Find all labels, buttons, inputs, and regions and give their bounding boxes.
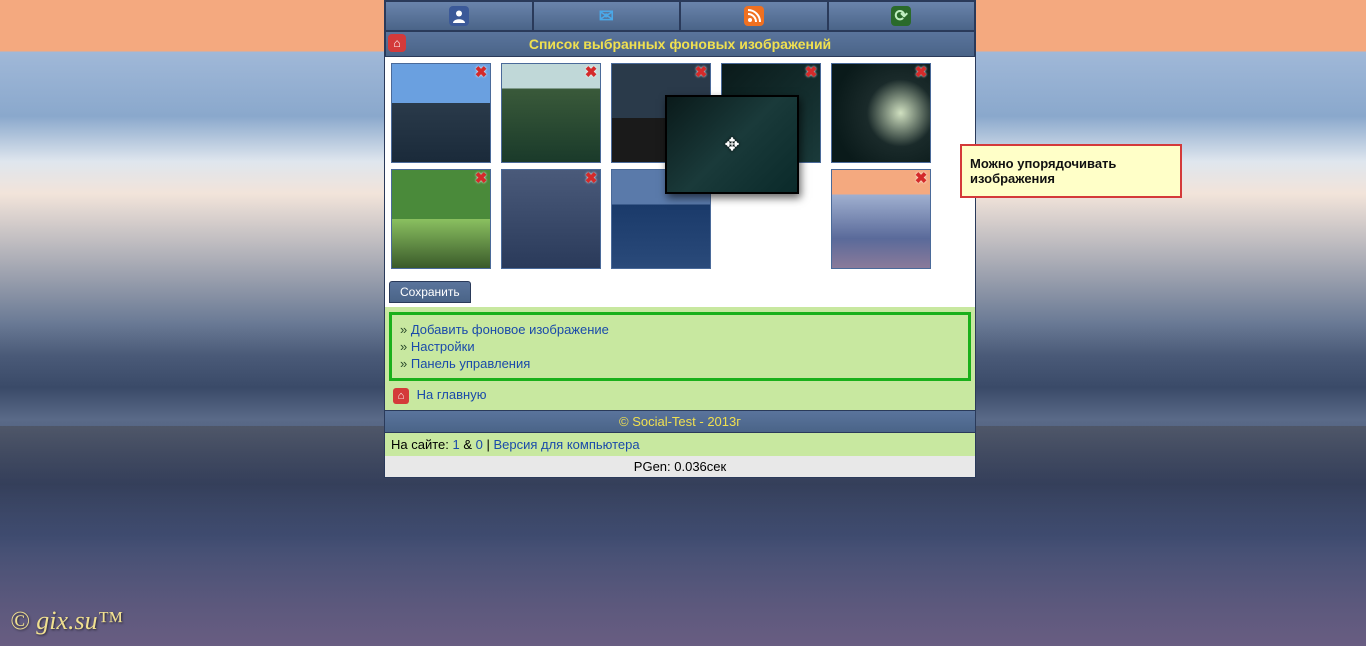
arrow-icon: » — [400, 356, 407, 371]
delete-icon[interactable]: ✖ — [694, 66, 708, 80]
delete-icon[interactable]: ✖ — [584, 66, 598, 80]
thumb-city-skyline[interactable]: ✖ — [391, 63, 491, 163]
home-button[interactable]: ⌂ — [388, 34, 406, 52]
arrow-icon: » — [400, 322, 407, 337]
online-count-2: 0 — [476, 437, 483, 452]
nav-reload[interactable]: ⟳ — [828, 1, 976, 31]
move-cursor-icon: ✥ — [724, 134, 739, 155]
status-sep: | — [483, 437, 494, 452]
link-line: » Добавить фоновое изображение — [400, 321, 960, 338]
thumb-pine-forest[interactable]: ✖ — [501, 63, 601, 163]
rss-icon — [744, 6, 764, 26]
thumbnails-area: ✖ ✖ ✖ ✖ ✖ ✖ — [385, 57, 975, 281]
delete-icon[interactable]: ✖ — [914, 66, 928, 80]
highlighted-links-box: » Добавить фоновое изображение » Настрой… — [389, 312, 971, 381]
delete-icon[interactable]: ✖ — [474, 172, 488, 186]
watermark: © gix.su™ — [10, 606, 123, 636]
tooltip-callout: Можно упорядочивать изображения — [960, 144, 1182, 198]
nav-profile[interactable] — [385, 1, 533, 31]
thumb-mountain-river[interactable]: ✖ — [831, 169, 931, 269]
save-bar: Сохранить — [385, 281, 975, 307]
top-nav: ✉ ⟳ — [385, 1, 975, 31]
main-panel: ✉ ⟳ ⌂ Список выбранных фоновых изображен… — [384, 0, 976, 478]
add-background-link[interactable]: Добавить фоновое изображение — [411, 322, 609, 337]
online-count-1: 1 — [452, 437, 459, 452]
reload-icon: ⟳ — [891, 6, 911, 26]
delete-icon[interactable]: ✖ — [914, 172, 928, 186]
status-prefix: На сайте: — [391, 437, 452, 452]
footer-copyright: © Social-Test - 2013г — [385, 410, 975, 433]
profile-icon — [449, 6, 469, 26]
status-amp: & — [460, 437, 476, 452]
home-line: ⌂ На главную — [385, 383, 975, 408]
home-link[interactable]: На главную — [417, 387, 487, 402]
delete-icon[interactable]: ✖ — [474, 66, 488, 80]
home-icon: ⌂ — [393, 388, 409, 404]
delete-icon[interactable]: ✖ — [584, 172, 598, 186]
footer-status: На сайте: 1 & 0 | Версия для компьютера — [385, 433, 975, 456]
nav-mail[interactable]: ✉ — [533, 1, 681, 31]
desktop-version-link[interactable]: Версия для компьютера — [493, 437, 639, 452]
thumb-green-tree-alley[interactable]: ✖ — [391, 169, 491, 269]
footer-pgen: PGen: 0.036сек — [385, 456, 975, 477]
home-icon: ⌂ — [393, 36, 400, 50]
thumb-tunnel[interactable]: ✖ — [831, 63, 931, 163]
thumb-rainy-street[interactable]: ✖ — [501, 169, 601, 269]
title-bar: ⌂ Список выбранных фоновых изображений — [385, 31, 975, 57]
save-button[interactable]: Сохранить — [389, 281, 471, 303]
page-title: Список выбранных фоновых изображений — [529, 36, 831, 52]
link-line: » Настройки — [400, 338, 960, 355]
arrow-icon: » — [400, 339, 407, 354]
mail-icon: ✉ — [596, 6, 616, 26]
link-line: » Панель управления — [400, 355, 960, 372]
links-section: » Добавить фоновое изображение » Настрой… — [385, 307, 975, 410]
settings-link[interactable]: Настройки — [411, 339, 475, 354]
nav-rss[interactable] — [680, 1, 828, 31]
control-panel-link[interactable]: Панель управления — [411, 356, 530, 371]
dragging-thumb[interactable]: ✥ — [665, 95, 799, 194]
delete-icon[interactable]: ✖ — [804, 66, 818, 80]
